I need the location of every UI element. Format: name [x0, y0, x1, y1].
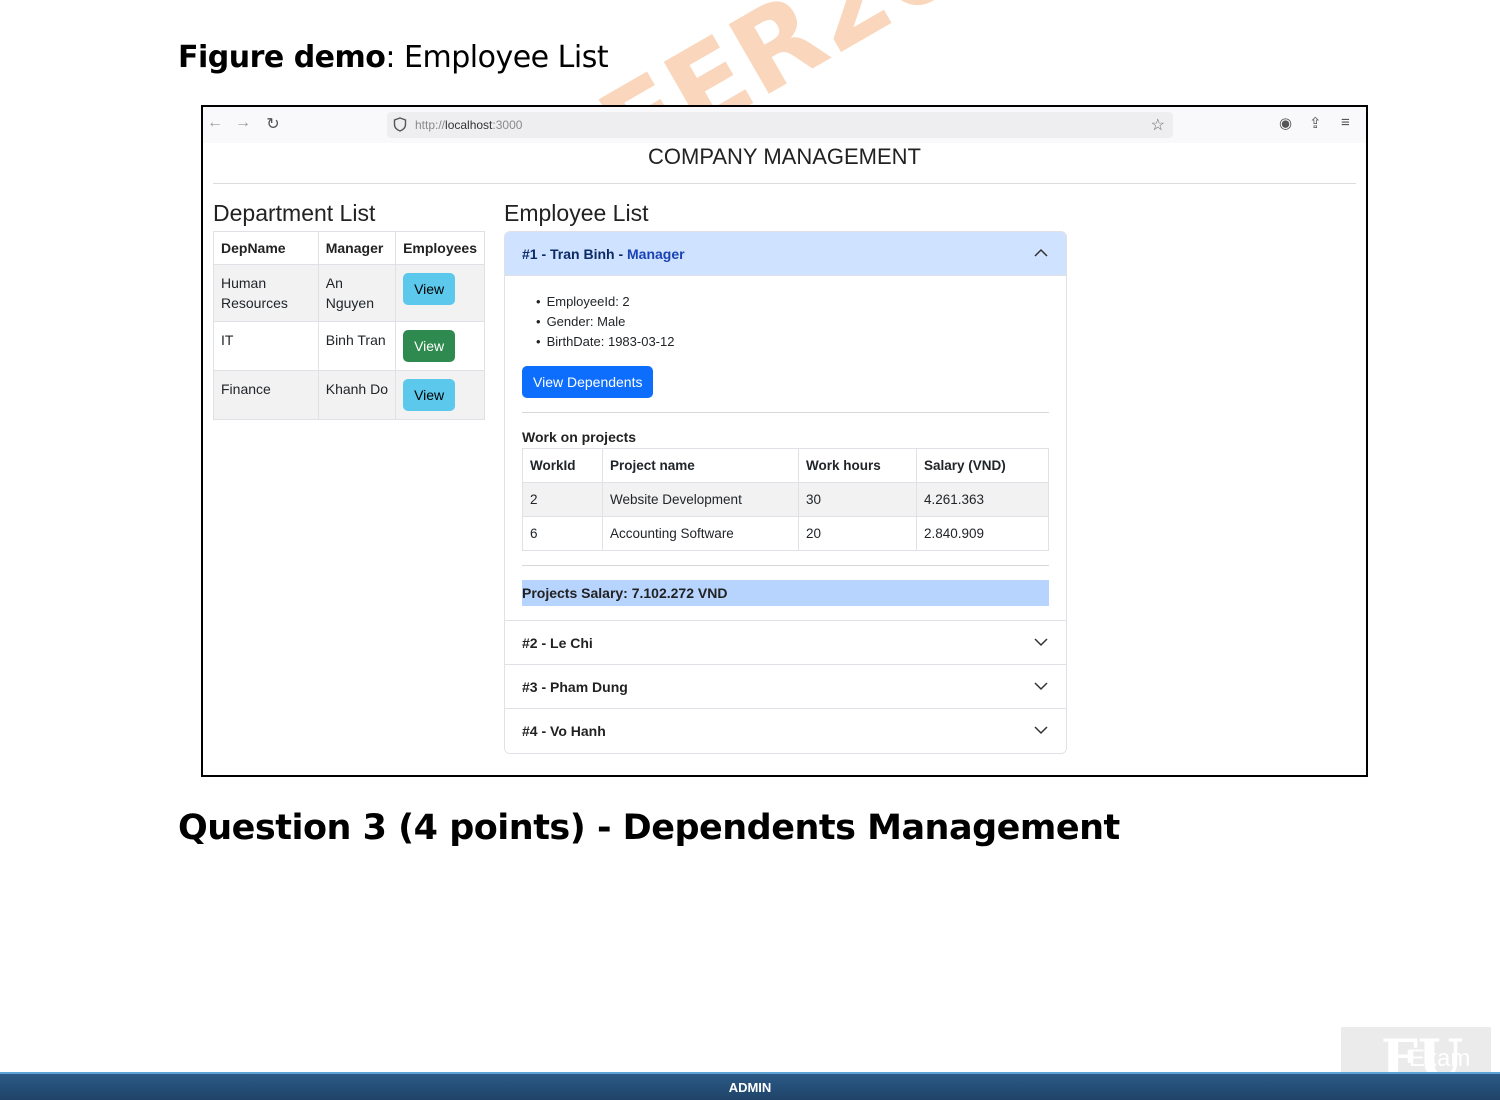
- column-header-employees: Employees: [395, 231, 485, 265]
- work-hours: 30: [798, 482, 917, 517]
- employee-header-label: #1 - Tran Binh -: [522, 246, 628, 262]
- table-row: 6 Accounting Software 20 2.840.909: [522, 516, 1049, 551]
- shield-icon: [393, 117, 407, 132]
- column-header-depname: DepName: [213, 231, 319, 265]
- url-scheme: http://: [415, 118, 446, 132]
- projects-table: WorkId Project name Work hours Salary (V…: [522, 448, 1049, 551]
- employee-header-label: #4 - Vo Hanh: [522, 723, 606, 739]
- view-employees-button[interactable]: View: [403, 379, 456, 411]
- address-bar[interactable]: http://localhost:3000 ☆: [387, 112, 1173, 138]
- employee-role: Manager: [627, 246, 685, 262]
- figure-caption-bold: Figure demo: [178, 40, 386, 75]
- column-header-work-hours: Work hours: [798, 448, 917, 483]
- reload-icon[interactable]: ↻: [263, 114, 283, 134]
- extensions-icon[interactable]: ⇪: [1309, 114, 1322, 132]
- url-port: :3000: [492, 118, 523, 132]
- table-row: Human Resources An Nguyen View: [213, 264, 485, 322]
- employee-header-label: #2 - Le Chi: [522, 635, 593, 651]
- department-list-title: Department List: [213, 200, 376, 226]
- screenshot-frame: ← → ↻ http://localhost:3000 ☆ ◉ ⇪ ≡ COMP…: [201, 105, 1368, 777]
- chevron-up-icon: [1034, 248, 1048, 257]
- projects-label: Work on projects: [522, 429, 637, 445]
- employee-info-list: EmployeeId: 2 Gender: Male BirthDate: 19…: [536, 292, 1049, 352]
- footer-label: ADMIN: [728, 1080, 772, 1095]
- chevron-down-icon: [1034, 682, 1048, 691]
- table-row: 2 Website Development 30 4.261.363: [522, 482, 1049, 517]
- figure-caption-text: : Employee List: [385, 40, 609, 75]
- bookmark-star-icon[interactable]: ☆: [1151, 115, 1165, 135]
- view-employees-button[interactable]: View: [403, 330, 456, 362]
- department-name: IT: [213, 321, 319, 371]
- column-header-salary: Salary (VND): [916, 448, 1049, 483]
- accordion-header-employee-2[interactable]: #2 - Le Chi: [505, 621, 1066, 665]
- accordion-body-employee-1: EmployeeId: 2 Gender: Male BirthDate: 19…: [505, 276, 1066, 621]
- back-arrow-icon[interactable]: ←: [205, 114, 225, 132]
- app-title: COMPANY MANAGEMENT: [648, 144, 921, 169]
- view-dependents-button[interactable]: View Dependents: [522, 366, 654, 398]
- url-text: http://localhost:3000: [415, 118, 522, 132]
- table-row: Finance Khanh Do View: [213, 370, 485, 420]
- department-manager: An Nguyen: [317, 264, 397, 322]
- accordion-header-employee-4[interactable]: #4 - Vo Hanh: [505, 709, 1066, 753]
- work-hours: 20: [798, 516, 917, 551]
- accordion-header-employee-1[interactable]: #1 - Tran Binh - Manager: [505, 232, 1066, 276]
- table-row: IT Binh Tran View: [213, 321, 485, 371]
- menu-icon[interactable]: ≡: [1341, 114, 1350, 131]
- project-name: Accounting Software: [602, 516, 799, 551]
- column-header-workid: WorkId: [522, 448, 603, 483]
- accordion-header-employee-3[interactable]: #3 - Pham Dung: [505, 665, 1066, 709]
- employee-gender: Gender: Male: [536, 312, 1049, 332]
- projects-salary-total: Projects Salary: 7.102.272 VND: [522, 580, 1049, 606]
- employee-id: EmployeeId: 2: [536, 292, 1049, 312]
- view-employees-button[interactable]: View: [403, 273, 456, 305]
- employee-birthdate: BirthDate: 1983-03-12: [536, 332, 1049, 352]
- project-name: Website Development: [602, 482, 799, 517]
- browser-toolbar: ← → ↻ http://localhost:3000 ☆ ◉ ⇪ ≡: [203, 107, 1366, 143]
- salary: 2.840.909: [916, 516, 1049, 551]
- chevron-down-icon: [1034, 638, 1048, 647]
- department-manager: Binh Tran: [317, 321, 397, 371]
- account-icon[interactable]: ◉: [1279, 114, 1292, 132]
- department-table-header: DepName Manager Employees: [213, 231, 485, 265]
- column-header-project-name: Project name: [602, 448, 799, 483]
- employee-header-label: #3 - Pham Dung: [522, 679, 628, 695]
- department-manager: Khanh Do: [317, 370, 397, 420]
- projects-table-header: WorkId Project name Work hours Salary (V…: [522, 448, 1049, 483]
- department-name: Finance: [213, 370, 319, 420]
- forward-arrow-icon[interactable]: →: [233, 114, 253, 132]
- department-table: DepName Manager Employees Human Resource…: [213, 231, 485, 420]
- work-id: 2: [522, 482, 603, 517]
- question-heading: Question 3 (4 points) - Dependents Manag…: [178, 808, 1120, 848]
- divider: [522, 565, 1049, 566]
- department-name: Human Resources: [213, 264, 319, 322]
- footer-bar: ADMIN: [0, 1072, 1500, 1100]
- work-id: 6: [522, 516, 603, 551]
- employee-accordion: #1 - Tran Binh - Manager EmployeeId: 2 G…: [504, 231, 1067, 754]
- salary: 4.261.363: [916, 482, 1049, 517]
- column-header-manager: Manager: [317, 231, 397, 265]
- chevron-down-icon: [1034, 726, 1048, 735]
- title-divider: [213, 183, 1356, 184]
- figure-caption: Figure demo: Employee List: [178, 40, 609, 75]
- exam-logo-text: Exam: [1409, 1045, 1471, 1072]
- divider: [522, 412, 1049, 413]
- url-host: localhost: [445, 118, 493, 132]
- employee-list-title: Employee List: [504, 200, 649, 226]
